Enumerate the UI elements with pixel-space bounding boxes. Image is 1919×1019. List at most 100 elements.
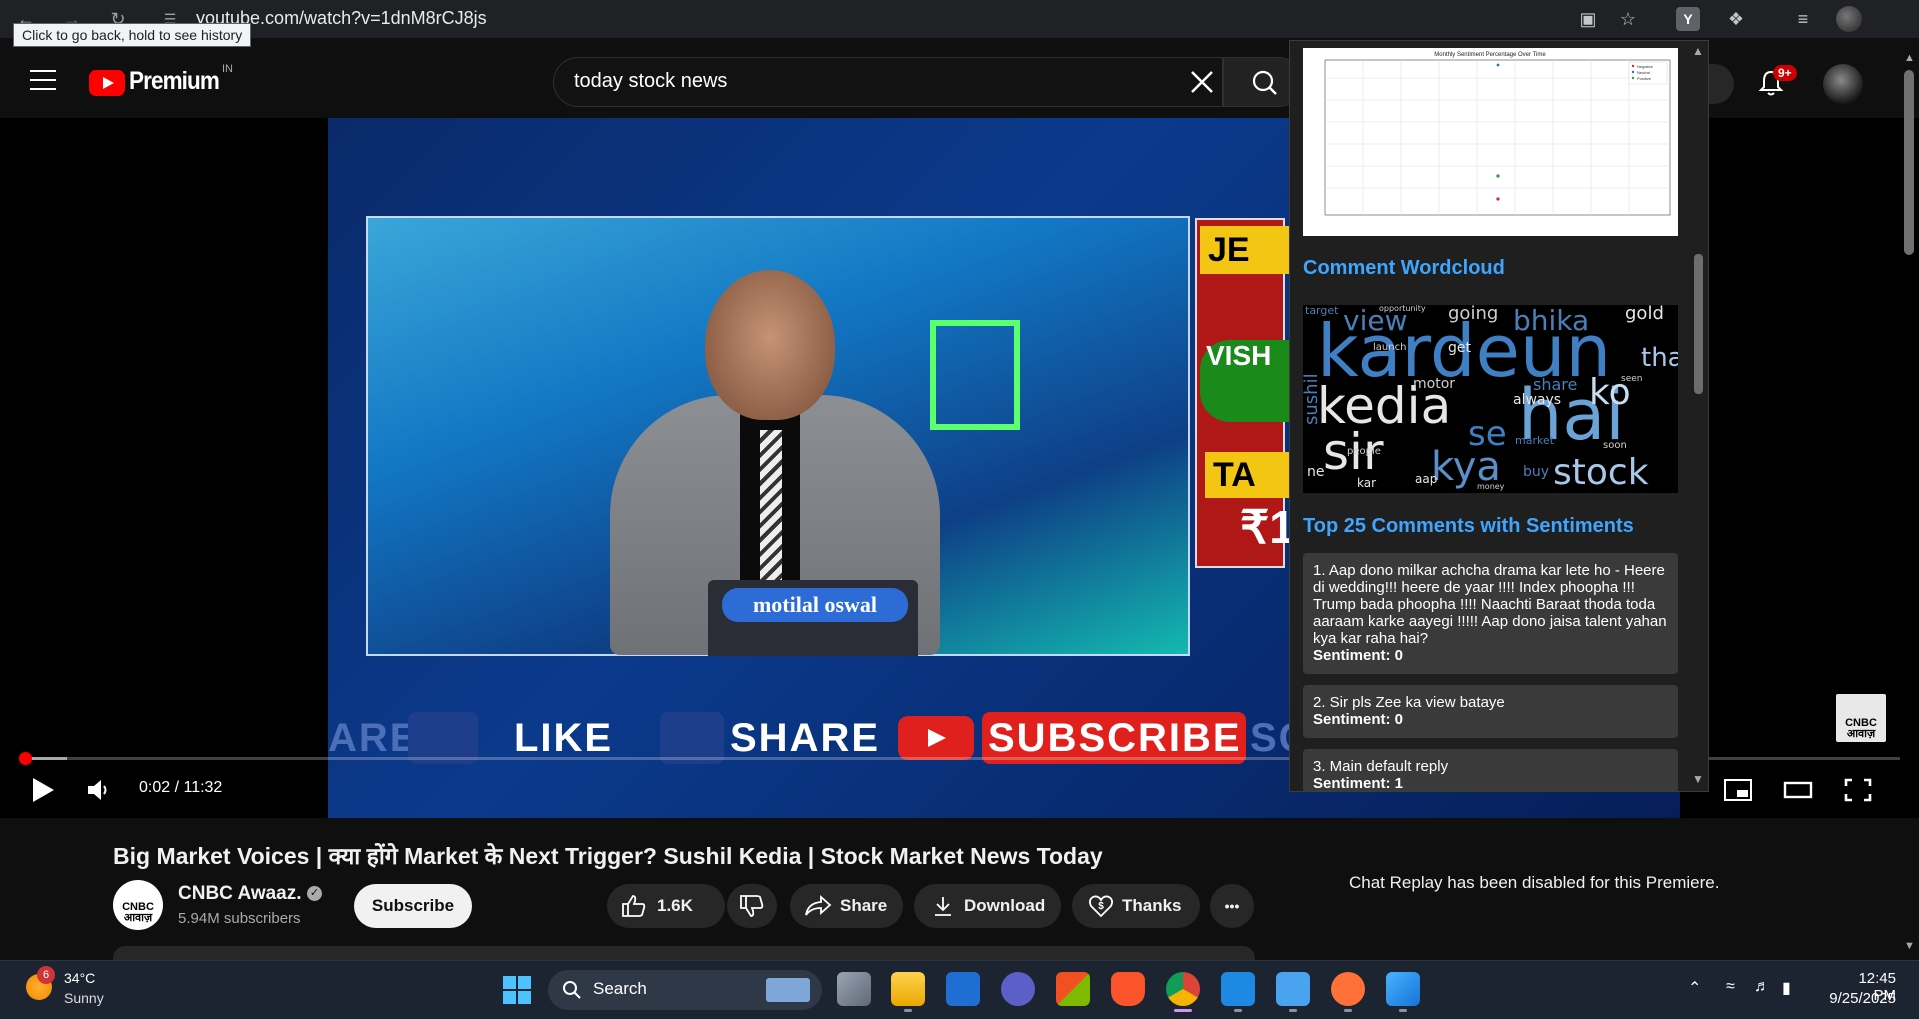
share-icon [805,895,832,916]
file-explorer-icon[interactable] [891,972,925,1006]
dislike-button[interactable] [727,884,777,928]
brave-browser-icon[interactable] [1111,972,1145,1006]
back-tooltip: Click to go back, hold to see history [13,23,252,47]
play-icon[interactable] [30,776,56,804]
theater-mode-icon[interactable] [1782,776,1814,804]
tray-chevron-icon[interactable]: ⌃ [1688,978,1701,998]
like-button[interactable]: 1.6K [607,884,725,928]
microsoft-store-icon[interactable] [1056,972,1090,1006]
progress-scrubber-handle[interactable] [19,752,32,765]
ticker-label-2-text: VISH [1206,340,1272,371]
page-scrollbar-thumb[interactable] [1904,70,1914,255]
running-indicator [1399,1009,1407,1012]
download-button[interactable]: Download [914,884,1061,928]
laptop-brand-label: motilal oswal [722,588,908,622]
volume-icon[interactable] [86,778,114,802]
wordcloud-word: launch [1373,342,1407,353]
running-indicator [1344,1009,1352,1012]
popup-scroll-up-icon[interactable]: ▲ [1692,44,1704,58]
legend-positive: Positive [1637,76,1652,81]
search-highlight-icon [766,978,810,1002]
postman-icon[interactable] [1331,972,1365,1006]
taskbar-search-label[interactable]: Search [593,979,647,999]
active-indicator [1174,1009,1192,1012]
comment-sentiment: Sentiment: 0 [1313,647,1404,664]
description-box[interactable] [113,946,1255,960]
wordcloud-word: always [1513,392,1562,408]
anchor-head [705,270,835,420]
country-code: IN [222,63,233,75]
notepad-icon[interactable] [1276,972,1310,1006]
ticker-label-2: VISH [1200,340,1290,422]
weather-condition[interactable]: Sunny [64,990,104,1006]
wifi-icon[interactable]: ≈ [1726,978,1735,996]
media-control-icon[interactable]: ≡ [1790,7,1816,31]
wordcloud-word: tha [1641,343,1678,373]
wordcloud-word: going [1448,305,1499,324]
thanks-label: Thanks [1122,896,1182,915]
wordcloud-word: sushil [1303,373,1322,425]
clock-date[interactable]: 9/25/2025 [1822,990,1896,1007]
photos-icon[interactable] [1386,972,1420,1006]
wordcloud-word: se [1468,414,1507,454]
comment-text: 1. Aap dono milkar achcha drama kar lete… [1313,562,1667,647]
page-scroll-up-icon[interactable]: ▲ [1904,52,1915,64]
battery-icon[interactable]: ▮ [1782,978,1791,998]
legend-neutral: Neutral [1637,70,1650,75]
comment-sentiment: Sentiment: 0 [1313,711,1404,728]
browser-profile-avatar[interactable] [1836,6,1862,32]
verified-badge-icon: ✓ [307,886,322,901]
wordcloud-word: share [1533,375,1578,394]
comment-text: 2. Sir pls Zee ka view bataye [1313,694,1505,711]
weather-temperature[interactable]: 34°C [64,970,95,986]
vscode-icon[interactable] [1221,972,1255,1006]
subscribe-button[interactable]: Subscribe [354,884,472,928]
like-count: 1.6K [657,896,693,915]
page-scroll-down-icon[interactable]: ▼ [1904,940,1915,952]
comment-wordcloud: kardeun hai kedia sir kya stock ko view … [1303,305,1678,493]
miniplayer-icon[interactable] [1722,776,1754,804]
popup-scrollbar[interactable] [1690,42,1708,790]
comment-card: 2. Sir pls Zee ka view bataye Sentiment:… [1303,685,1678,738]
popup-scroll-down-icon[interactable]: ▼ [1692,772,1704,786]
super-thanks-icon: $ [1088,895,1114,918]
sentiment-extension-icon[interactable]: Y [1676,7,1700,31]
channel-avatar[interactable]: CNBC आवाज़ [113,880,163,930]
weather-badge: 6 [37,966,55,984]
chat-replay-notice: Chat Replay has been disabled for this P… [1349,873,1720,892]
fullscreen-icon[interactable] [1842,776,1874,804]
thanks-button[interactable]: $ Thanks [1072,884,1200,928]
wordcloud-word: get [1448,340,1471,356]
svg-text:$: $ [1098,901,1104,912]
more-actions-button[interactable]: ••• [1210,884,1254,928]
share-button[interactable]: Share [790,884,903,928]
youtube-logo-icon[interactable] [89,70,125,96]
chrome-browser-icon[interactable] [1166,972,1200,1006]
banner-youtube-icon [898,716,974,760]
comment-text: 3. Main default reply [1313,758,1449,775]
install-app-icon[interactable]: ▣ [1575,7,1601,31]
channel-watermark[interactable]: CNBC आवाज़ [1836,694,1886,742]
channel-name[interactable]: CNBC Awaaz. [178,883,302,905]
search-input-value[interactable]: today stock news [574,70,727,93]
speaker-icon[interactable]: ♬ [1754,978,1770,996]
extensions-puzzle-icon[interactable]: ❖ [1723,7,1749,31]
comment-card: 1. Aap dono milkar achcha drama kar lete… [1303,553,1678,674]
bookmark-star-icon[interactable]: ☆ [1615,7,1641,31]
menu-icon[interactable] [30,70,56,90]
taskbar-search[interactable] [548,970,822,1010]
youtube-premium-wordmark[interactable]: Premium [129,67,220,96]
teams-icon[interactable] [1001,972,1035,1006]
ticker-price: ₹1 [1240,501,1295,553]
sentiment-chart-title: Monthly Sentiment Percentage Over Time [1434,52,1546,58]
task-view-icon[interactable] [837,972,871,1006]
wordcloud-word: ne [1307,464,1325,480]
account-avatar[interactable] [1823,64,1863,104]
sentiment-chart: Monthly Sentiment Percentage Over Time N… [1303,48,1678,236]
thumbs-down-icon [740,895,764,917]
notification-badge: 9+ [1773,65,1797,81]
popup-scrollbar-thumb[interactable] [1694,254,1703,394]
clear-search-icon[interactable] [1188,68,1216,96]
azure-app-icon[interactable] [946,972,980,1006]
windows-start-icon[interactable] [503,976,531,1004]
